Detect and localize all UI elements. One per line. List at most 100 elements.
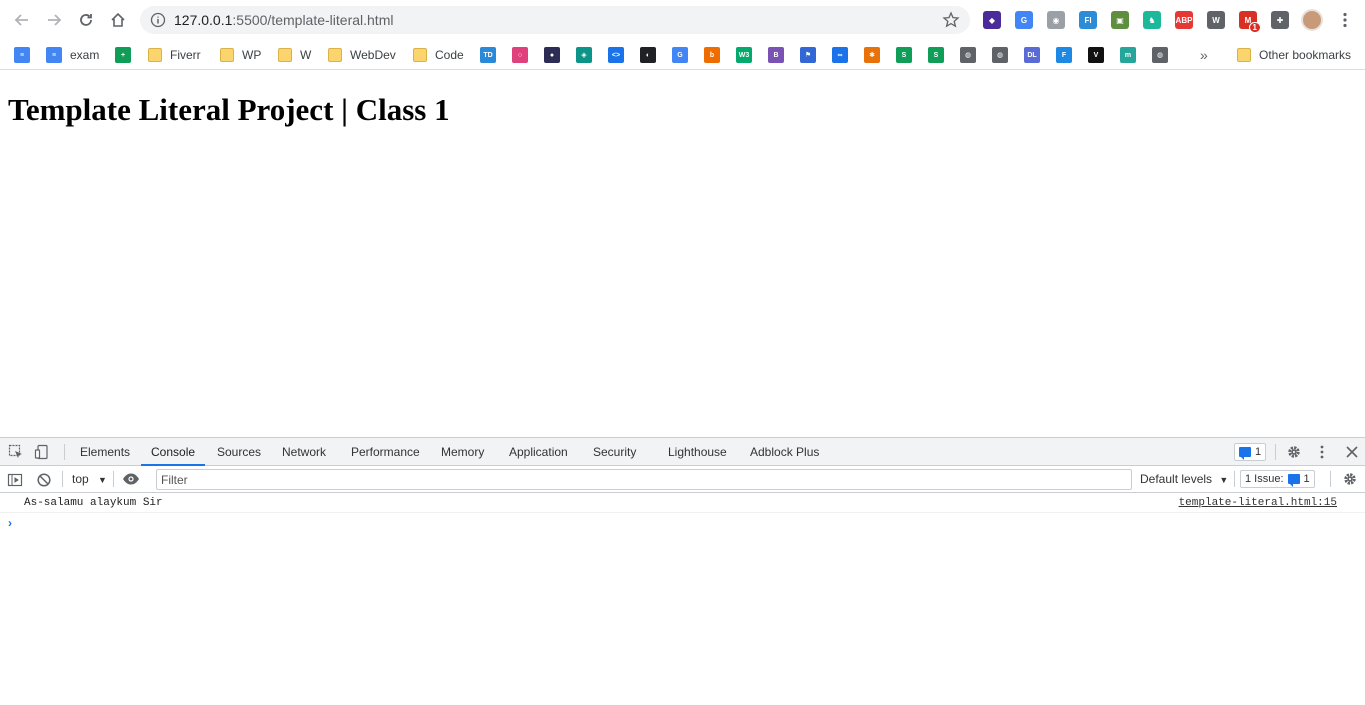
bookmark-cube[interactable]: ◈: [576, 44, 592, 66]
globe-icon: ◍: [960, 47, 976, 63]
tab-lighthouse[interactable]: Lighthouse: [668, 438, 727, 465]
bookmark-bootstrap[interactable]: B: [768, 44, 784, 66]
bookmark-s-green[interactable]: S: [896, 44, 912, 66]
forward-button[interactable]: [40, 6, 68, 34]
bookmark-label: WebDev: [350, 48, 396, 62]
infinity-icon: ∞: [832, 47, 848, 63]
bookmark-m-teal[interactable]: m: [1120, 44, 1136, 66]
bookmark-code[interactable]: Code: [412, 44, 464, 66]
bookmark-wp[interactable]: WP: [219, 44, 261, 66]
tab-sources[interactable]: Sources: [217, 438, 261, 465]
tab-adblock-plus[interactable]: Adblock Plus: [750, 438, 819, 465]
devtools-menu-button[interactable]: [1313, 443, 1331, 461]
bookmark-globe-3[interactable]: ◍: [1152, 44, 1168, 66]
bookmark-blogger[interactable]: b: [704, 44, 720, 66]
devtools-settings-button[interactable]: [1285, 443, 1303, 461]
bookmark-dark-circle[interactable]: ●: [544, 44, 560, 66]
more-bookmarks-button[interactable]: »: [1200, 44, 1208, 66]
bookmark-star-icon[interactable]: [942, 11, 960, 29]
console-filter-input[interactable]: [156, 469, 1132, 490]
unicorn-ext-icon: ♞: [1148, 15, 1156, 25]
tab-elements[interactable]: Elements: [80, 438, 130, 465]
bookmark-docs[interactable]: ≡: [14, 44, 30, 66]
bookmark-label: Code: [435, 48, 464, 62]
profile-avatar[interactable]: [1298, 6, 1326, 34]
device-toolbar-button[interactable]: [33, 443, 51, 461]
console-issues-button[interactable]: 1 Issue: 1: [1240, 470, 1315, 488]
bookmark-webdev[interactable]: WebDev: [327, 44, 396, 66]
wordpress-ext[interactable]: W: [1207, 11, 1225, 29]
other-bookmarks-label: Other bookmarks: [1259, 48, 1352, 62]
live-expression-button[interactable]: [122, 470, 140, 488]
folder-icon: [328, 48, 342, 62]
home-button[interactable]: [104, 6, 132, 34]
browser-menu-button[interactable]: [1331, 6, 1359, 34]
address-bar[interactable]: 127.0.0.1:5500/template-literal.html: [140, 6, 970, 34]
bookmark-github[interactable]: ◐: [640, 44, 656, 66]
bookmark-label: Fiverr: [170, 48, 201, 62]
page-viewport: Template Literal Project | Class 1: [0, 71, 1365, 437]
bookmark-td[interactable]: TD: [480, 44, 496, 66]
bookmark-v-black[interactable]: V: [1088, 44, 1104, 66]
bookmark-w3schools[interactable]: W3: [736, 44, 752, 66]
kebab-menu-icon: [1343, 12, 1347, 28]
clear-console-button[interactable]: [35, 471, 53, 489]
image-ext[interactable]: ▣: [1111, 11, 1129, 29]
bookmark-fiverr[interactable]: Fiverr: [147, 44, 201, 66]
bookmark-translate[interactable]: G: [672, 44, 688, 66]
gmail-ext[interactable]: M1: [1239, 11, 1261, 33]
unicorn-ext[interactable]: ♞: [1143, 11, 1161, 29]
bookmark-exam[interactable]: ≡ exam: [46, 44, 99, 66]
log-source-link[interactable]: template-literal.html:15: [1179, 497, 1337, 509]
tab-console[interactable]: Console: [140, 438, 206, 466]
tab-application[interactable]: Application: [509, 438, 568, 465]
info-icon[interactable]: [150, 12, 166, 28]
extensions-icon[interactable]: ✚: [1271, 11, 1289, 29]
google-translate-ext-icon: G: [1020, 15, 1028, 25]
log-levels-dropdown[interactable]: Default levels ▼: [1140, 472, 1228, 486]
reload-button[interactable]: [72, 6, 100, 34]
inspect-element-button[interactable]: [7, 443, 25, 461]
bookmark-globe[interactable]: ◍: [960, 44, 976, 66]
tab-performance[interactable]: Performance: [351, 438, 420, 465]
tab-security[interactable]: Security: [593, 438, 636, 465]
bookmark-code-brackets[interactable]: <>: [608, 44, 624, 66]
bootstrap-icon: B: [768, 47, 784, 63]
bookmark-dl[interactable]: DL: [1024, 44, 1040, 66]
bookmark-puzzle[interactable]: ✱: [864, 44, 880, 66]
bookmark-flag[interactable]: ⚑: [800, 44, 816, 66]
other-bookmarks-folder[interactable]: Other bookmarks: [1236, 44, 1351, 66]
bookmark-sheets[interactable]: +: [115, 44, 131, 66]
tab-network[interactable]: Network: [282, 438, 326, 465]
block-icon: [37, 473, 51, 487]
fi-ext[interactable]: Fl: [1079, 11, 1097, 29]
dark-diamond-ext-icon: ◆: [988, 15, 996, 25]
dark-diamond-ext[interactable]: ◆: [983, 11, 1001, 29]
log-levels-label: Default levels: [1140, 472, 1213, 486]
tab-memory[interactable]: Memory: [441, 438, 484, 465]
console-settings-button[interactable]: [1341, 470, 1359, 488]
camera-ext[interactable]: ◉: [1047, 11, 1065, 29]
console-sidebar-toggle[interactable]: [6, 471, 24, 489]
bookmark-infinity[interactable]: ∞: [832, 44, 848, 66]
filter-field[interactable]: [157, 470, 1131, 489]
bookmark-globe-2[interactable]: ◍: [992, 44, 1008, 66]
back-button[interactable]: [8, 6, 36, 34]
issues-badge-button[interactable]: 1: [1234, 443, 1267, 461]
chevron-right-icon: ›: [8, 516, 12, 530]
bookmark-w[interactable]: W: [277, 44, 311, 66]
bookmark-s-green-2[interactable]: S: [928, 44, 944, 66]
bookmark-label: exam: [70, 48, 100, 62]
globe-2-icon: ◍: [992, 47, 1008, 63]
context-selector[interactable]: top ▼: [72, 472, 107, 486]
log-message: As-salamu alaykum Sir: [24, 497, 163, 509]
bookmark-ring[interactable]: ○: [512, 44, 528, 66]
extensions-icon-icon: ✚: [1276, 15, 1284, 25]
adblock-plus-ext[interactable]: ABP: [1175, 11, 1193, 29]
google-translate-ext[interactable]: G: [1015, 11, 1033, 29]
console-prompt[interactable]: ›: [8, 516, 12, 530]
bookmark-f-blue[interactable]: F: [1056, 44, 1072, 66]
devtools-close-button[interactable]: [1343, 443, 1361, 461]
gear-icon: [1288, 446, 1300, 458]
folder-icon: [413, 48, 427, 62]
